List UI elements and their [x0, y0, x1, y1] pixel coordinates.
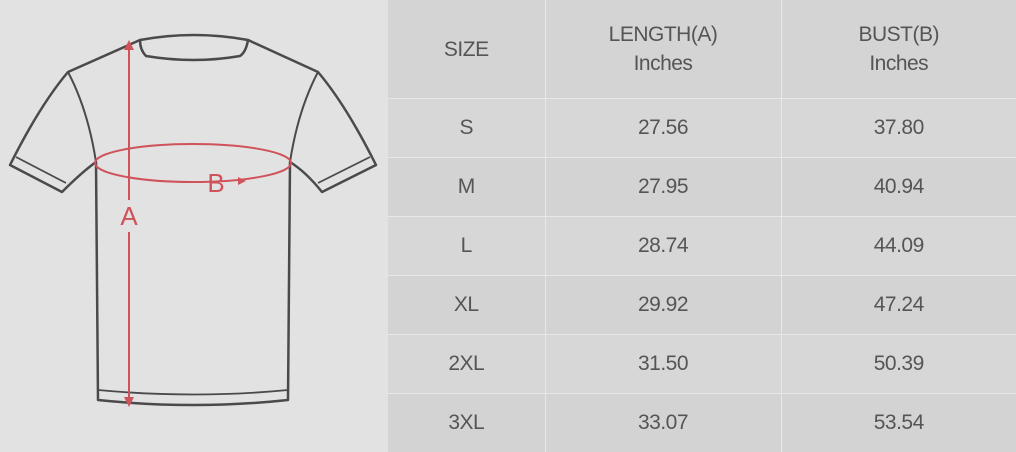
bust-measure-ellipse — [95, 144, 291, 182]
right-sleeve-seam — [290, 72, 318, 162]
cell-size: 3XL — [388, 394, 545, 452]
bottom-hem — [98, 390, 288, 395]
bust-marker-label: B — [207, 168, 224, 198]
cell-length: 27.95 — [545, 158, 781, 217]
cell-length: 28.74 — [545, 217, 781, 276]
header-bust-unit: Inches — [782, 49, 1016, 78]
header-size: SIZE — [388, 0, 545, 99]
cell-length: 29.92 — [545, 276, 781, 335]
size-chart-table: SIZE LENGTH(A) Inches BUST(B) Inches S 2… — [388, 0, 1016, 452]
tshirt-body-outline — [10, 40, 376, 405]
table-row: S 27.56 37.80 — [388, 99, 1016, 158]
cell-bust: 44.09 — [781, 217, 1016, 276]
header-size-label: SIZE — [388, 35, 545, 64]
header-length-label: LENGTH(A) — [546, 20, 781, 49]
cell-size: XL — [388, 276, 545, 335]
left-sleeve-hem — [16, 157, 66, 183]
table-row: M 27.95 40.94 — [388, 158, 1016, 217]
table-row: 3XL 33.07 53.54 — [388, 394, 1016, 452]
table-row: XL 29.92 47.24 — [388, 276, 1016, 335]
cell-bust: 47.24 — [781, 276, 1016, 335]
cell-bust: 53.54 — [781, 394, 1016, 452]
cell-bust: 37.80 — [781, 99, 1016, 158]
table-header-row: SIZE LENGTH(A) Inches BUST(B) Inches — [388, 0, 1016, 99]
cell-size: L — [388, 217, 545, 276]
cell-bust: 40.94 — [781, 158, 1016, 217]
cell-size: S — [388, 99, 545, 158]
header-length: LENGTH(A) Inches — [545, 0, 781, 99]
cell-length: 33.07 — [545, 394, 781, 452]
cell-length: 31.50 — [545, 335, 781, 394]
left-sleeve-seam — [68, 72, 96, 162]
header-length-unit: Inches — [546, 49, 781, 78]
cell-bust: 50.39 — [781, 335, 1016, 394]
length-marker-label: A — [120, 201, 138, 231]
tshirt-measurement-figure: A B — [0, 0, 388, 451]
collar-outline — [140, 35, 248, 60]
table-row: L 28.74 44.09 — [388, 217, 1016, 276]
header-bust-label: BUST(B) — [782, 20, 1016, 49]
cell-size: 2XL — [388, 335, 545, 394]
table-row: 2XL 31.50 50.39 — [388, 335, 1016, 394]
cell-size: M — [388, 158, 545, 217]
tshirt-outline-illustration: A B — [0, 0, 388, 451]
cell-length: 27.56 — [545, 99, 781, 158]
header-bust: BUST(B) Inches — [781, 0, 1016, 99]
right-sleeve-hem — [318, 157, 370, 183]
length-arrow-top-icon — [124, 40, 134, 50]
